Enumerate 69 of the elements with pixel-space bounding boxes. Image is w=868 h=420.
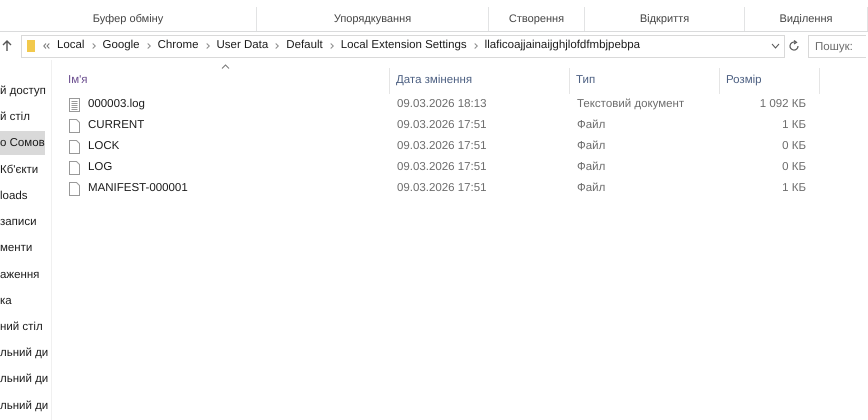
chevron-icon xyxy=(206,43,210,49)
group-label: Створення xyxy=(508,12,564,26)
column-header[interactable]: Ім'я xyxy=(62,68,390,94)
sidebar-item[interactable]: льний ди xyxy=(0,367,48,392)
breadcrumb-item[interactable]: User Data xyxy=(216,37,268,55)
sidebar-item[interactable]: й доступ xyxy=(0,79,46,103)
date-cell: 09.03.2026 17:51 xyxy=(397,160,487,173)
column-header[interactable]: Тип xyxy=(570,68,720,94)
file-icon xyxy=(69,160,80,174)
size-cell: 0 КБ xyxy=(782,140,806,152)
date-cell: 09.03.2026 17:51 xyxy=(397,140,487,152)
sidebar-item[interactable]: ний стіл xyxy=(0,314,43,339)
sidebar-item[interactable]: loads xyxy=(0,184,28,208)
chevron-icon xyxy=(146,43,151,49)
dropdown-icon[interactable] xyxy=(771,43,780,49)
file-name[interactable]: LOCK xyxy=(88,138,120,156)
type-cell: Файл xyxy=(577,182,606,194)
type-cell: Текстовий документ xyxy=(577,98,684,110)
breadcrumb-item[interactable]: Google xyxy=(102,37,140,55)
sidebar-item[interactable]: менти xyxy=(0,236,32,260)
date-cell: 09.03.2026 18:13 xyxy=(397,98,487,110)
column-header[interactable]: Розмір xyxy=(720,68,820,94)
chevron-icon xyxy=(275,43,280,49)
overflow-chevron-icon[interactable] xyxy=(43,43,50,49)
breadcrumb-item[interactable]: Local Extension Settings xyxy=(340,37,467,55)
group-label: Виділення xyxy=(780,12,832,26)
chevron-icon xyxy=(330,43,334,49)
file-icon xyxy=(69,118,80,132)
size-cell: 0 КБ xyxy=(782,160,806,173)
file-name[interactable]: MANIFEST-000001 xyxy=(88,180,188,198)
sidebar-item[interactable]: аження xyxy=(0,262,40,287)
size-cell: 1 092 КБ xyxy=(760,98,806,110)
sidebar-item[interactable]: К xyxy=(0,158,7,182)
chevron-icon xyxy=(474,43,478,49)
group-label: Відкриття xyxy=(640,12,690,26)
type-cell: Файл xyxy=(577,160,606,173)
breadcrumb-item[interactable]: Default xyxy=(286,37,323,55)
sidebar-item[interactable]: б'єкти xyxy=(6,158,38,182)
folder-icon xyxy=(26,39,36,53)
breadcrumb-item[interactable]: llaficoajjainaijghjlofdfmbjpebpa xyxy=(484,37,640,55)
sidebar-item[interactable]: льний ди xyxy=(0,394,48,418)
column-header[interactable]: Дата змінення xyxy=(390,68,570,94)
group-label: Буфер обміну xyxy=(92,12,164,26)
sidebar-item[interactable]: записи xyxy=(0,210,36,234)
type-cell: Файл xyxy=(577,140,606,152)
address-bar[interactable]: Local Google Chrome User Data Default Local Extension Settings llaficoajjainaijghjlofdfmbjpebpa xyxy=(21,34,785,58)
file-name[interactable]: 000003.log xyxy=(88,96,145,114)
sidebar-item[interactable]: й стіл xyxy=(0,105,30,130)
refresh-icon[interactable] xyxy=(789,40,800,52)
breadcrumb-item[interactable]: Local xyxy=(57,37,84,55)
file-name[interactable]: CURRENT xyxy=(88,116,144,134)
date-cell: 09.03.2026 17:51 xyxy=(397,182,487,194)
file-icon xyxy=(69,182,80,196)
breadcrumb-item[interactable]: Chrome xyxy=(158,37,198,55)
file-name[interactable]: LOG xyxy=(88,158,112,176)
sidebar-item[interactable]: льний ди xyxy=(0,341,48,366)
sidebar-item[interactable]: о Сомов xyxy=(0,131,45,156)
sidebar-item[interactable]: ка xyxy=(0,288,12,313)
search-field[interactable]: Пошук: xyxy=(808,34,866,58)
type-cell: Файл xyxy=(577,118,606,131)
up-arrow-icon[interactable] xyxy=(2,40,12,52)
date-cell: 09.03.2026 17:51 xyxy=(397,118,487,131)
chevron-icon xyxy=(92,43,96,49)
group-label: Упорядкування xyxy=(334,12,412,26)
text-file-icon xyxy=(69,98,80,112)
size-cell: 1 КБ xyxy=(782,182,806,194)
sort-caret-icon xyxy=(221,64,230,69)
file-icon xyxy=(69,140,80,154)
size-cell: 1 КБ xyxy=(782,118,806,131)
